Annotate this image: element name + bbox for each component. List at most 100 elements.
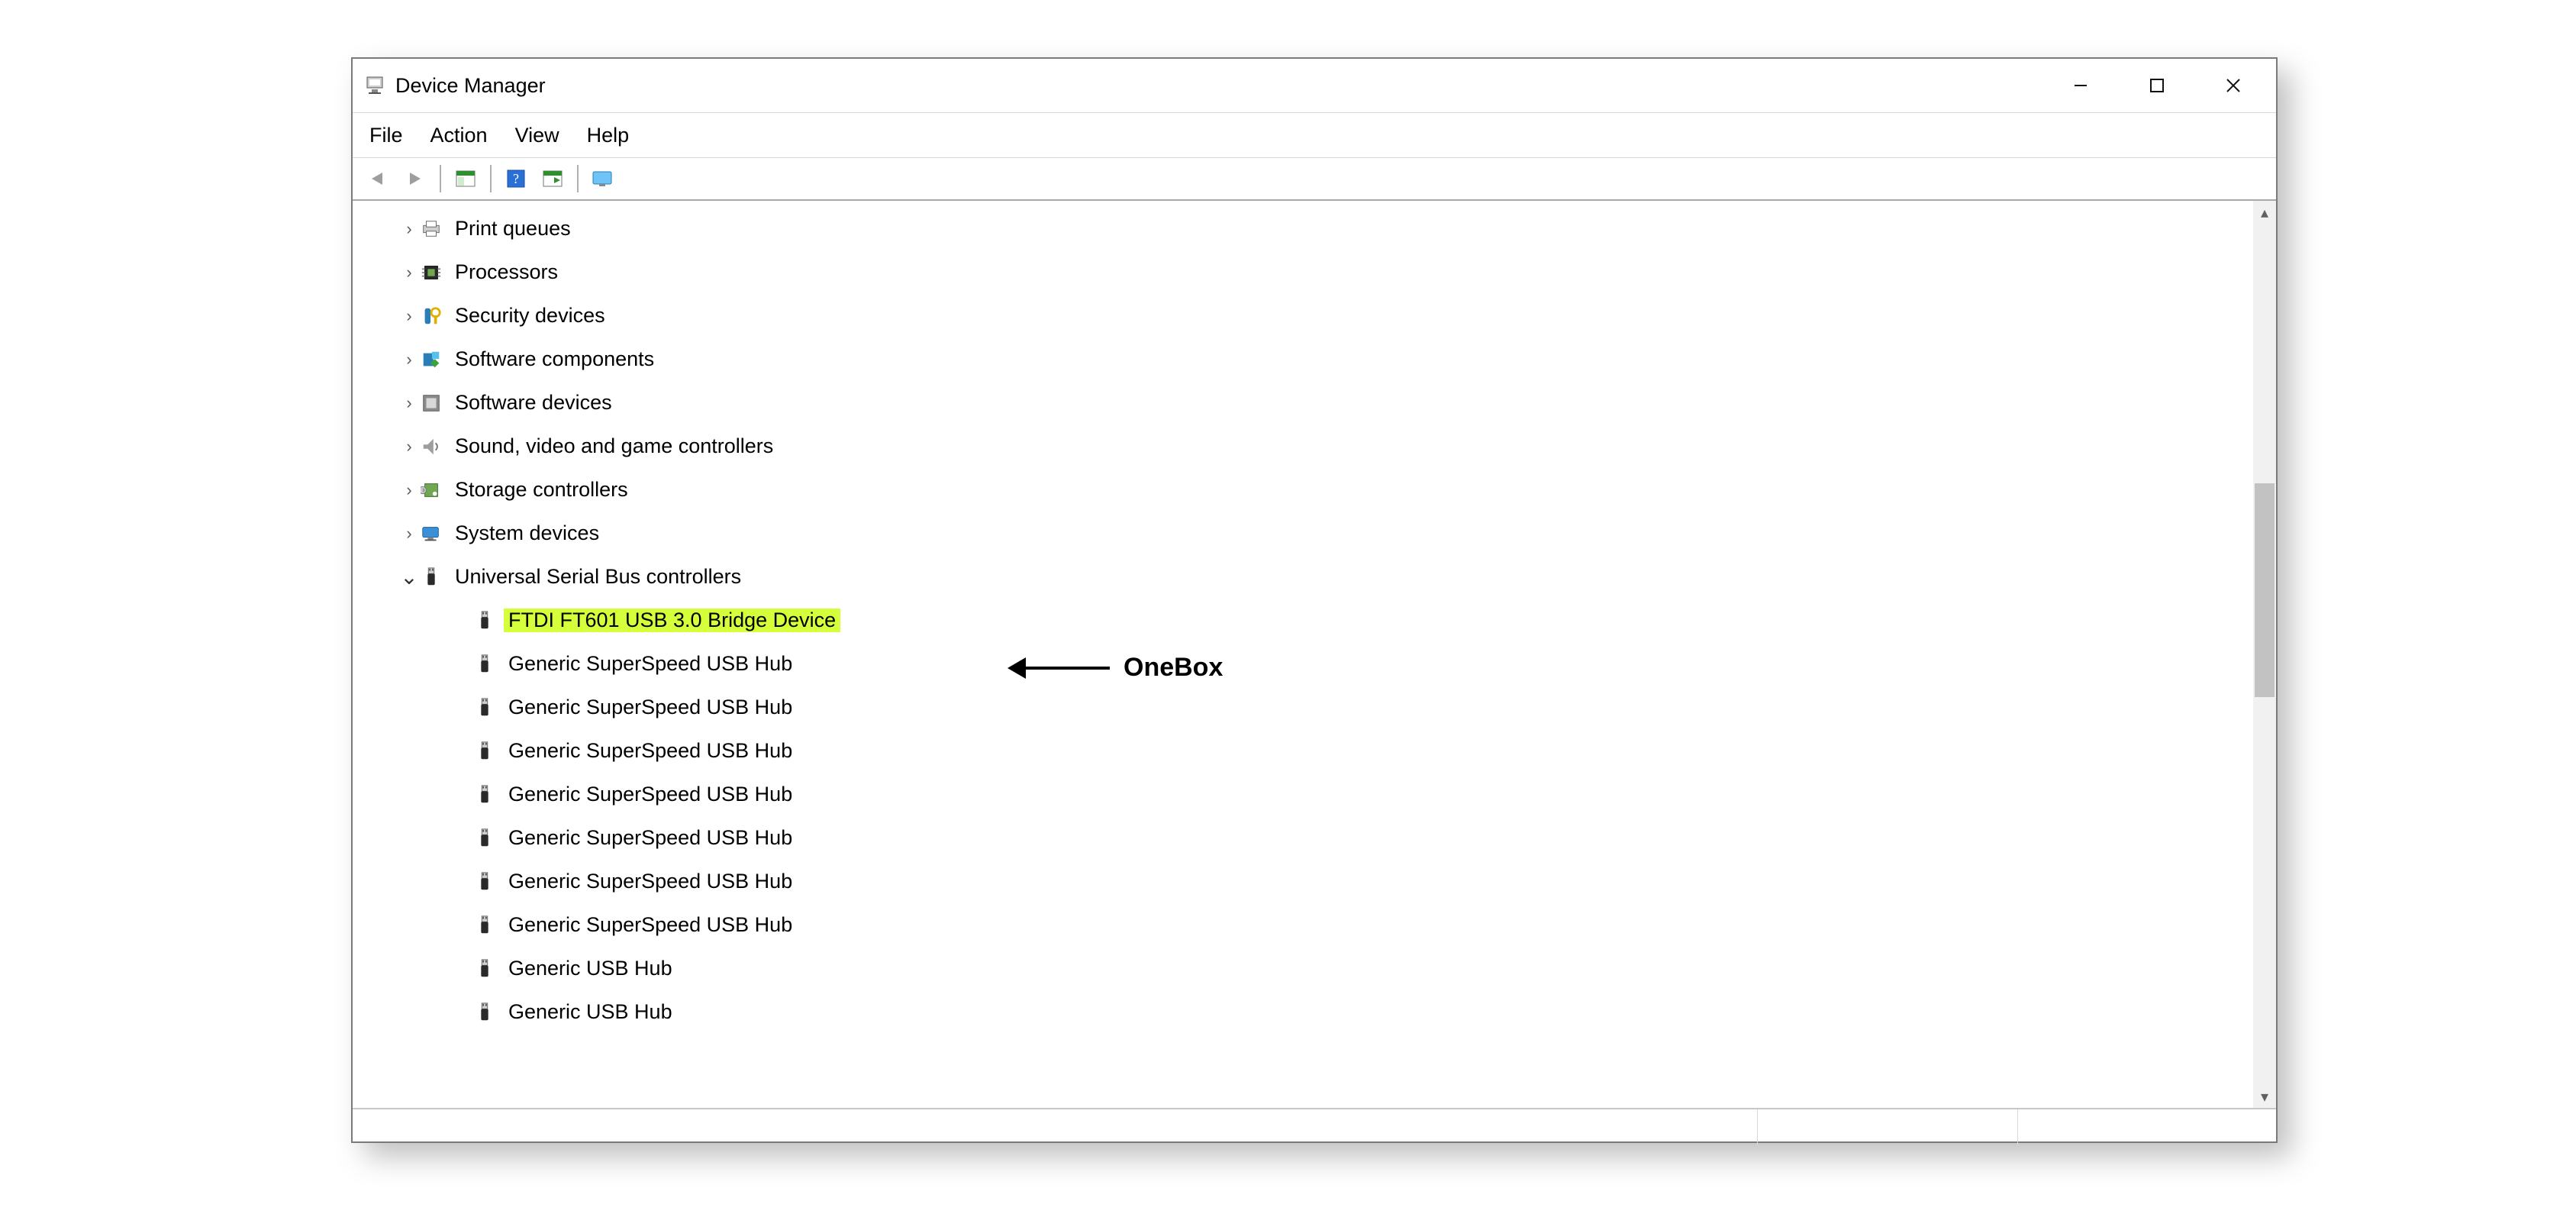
device-manager-icon: [365, 76, 385, 95]
category-node[interactable]: › Storage controllers: [353, 468, 2253, 512]
device-node[interactable]: Generic SuperSpeed USB Hub: [353, 860, 2253, 903]
window-title: Device Manager: [385, 74, 546, 98]
expand-toggle[interactable]: ›: [398, 482, 420, 499]
usb-device-icon: [473, 957, 496, 980]
minimize-button[interactable]: [2042, 63, 2119, 108]
status-cell: [1758, 1109, 2018, 1146]
expand-toggle[interactable]: ›: [398, 351, 420, 368]
menubar: File Action View Help: [353, 113, 2276, 158]
device-label: Generic SuperSpeed USB Hub: [504, 870, 797, 893]
usb-device-icon: [473, 653, 496, 676]
expand-toggle[interactable]: ›: [398, 395, 420, 412]
device-node[interactable]: Generic SuperSpeed USB Hub: [353, 686, 2253, 729]
device-node[interactable]: Generic SuperSpeed USB Hub: [353, 773, 2253, 816]
device-tree[interactable]: › Print queues › Processors ›Security device…: [353, 201, 2253, 1108]
usb-device-icon: [473, 609, 496, 632]
category-label: Universal Serial Bus controllers: [450, 565, 746, 589]
nav-back-button[interactable]: [362, 163, 395, 195]
scroll-down-arrow[interactable]: ▾: [2253, 1085, 2276, 1108]
arrow-line: [1026, 667, 1110, 670]
device-label: Generic SuperSpeed USB Hub: [504, 783, 797, 806]
device-tree-wrap: › Print queues › Processors ›Security device…: [353, 201, 2276, 1109]
status-cell: [2018, 1109, 2276, 1146]
category-node[interactable]: › Software components: [353, 337, 2253, 381]
scroll-thumb[interactable]: [2255, 483, 2275, 697]
device-label: Generic SuperSpeed USB Hub: [504, 739, 797, 763]
toolbar-separator: [577, 165, 579, 192]
device-node[interactable]: Generic USB Hub: [353, 947, 2253, 990]
device-label: Generic SuperSpeed USB Hub: [504, 652, 797, 676]
category-label: Processors: [450, 260, 563, 284]
devices-view-button[interactable]: [586, 163, 620, 195]
expand-toggle[interactable]: ›: [398, 525, 420, 542]
device-label: Generic USB Hub: [504, 1000, 677, 1024]
scan-hardware-button[interactable]: [536, 163, 569, 195]
menu-action[interactable]: Action: [429, 119, 489, 152]
key-icon: [420, 305, 443, 328]
usb-device-icon: [473, 1001, 496, 1024]
category-label: Software devices: [450, 391, 617, 415]
category-node[interactable]: ⌄ Universal Serial Bus controllers: [353, 555, 2253, 599]
device-node[interactable]: Generic SuperSpeed USB Hub: [353, 903, 2253, 947]
usb-device-icon: [473, 783, 496, 806]
status-cell: [353, 1109, 1758, 1146]
category-node[interactable]: ›Security devices: [353, 294, 2253, 337]
expand-toggle[interactable]: ›: [398, 221, 420, 237]
category-node[interactable]: › Print queues: [353, 207, 2253, 250]
annotation-label: OneBox: [1110, 653, 1223, 683]
menu-view[interactable]: View: [514, 119, 561, 152]
usb-device-icon: [473, 870, 496, 893]
cpu-icon: [420, 261, 443, 284]
help-button[interactable]: ?: [499, 163, 533, 195]
vertical-scrollbar[interactable]: ▴ ▾: [2253, 201, 2276, 1108]
printer-icon: [420, 218, 443, 241]
category-node[interactable]: › System devices: [353, 512, 2253, 555]
device-label: FTDI FT601 USB 3.0 Bridge Device: [504, 609, 840, 632]
category-label: Storage controllers: [450, 478, 633, 502]
toolbar-separator: [440, 165, 441, 192]
menu-file[interactable]: File: [368, 119, 405, 152]
category-label: Print queues: [450, 217, 575, 241]
usb-device-icon: [473, 827, 496, 850]
component-icon: [420, 348, 443, 371]
device-label: Generic SuperSpeed USB Hub: [504, 696, 797, 719]
category-label: System devices: [450, 521, 604, 545]
nav-forward-button[interactable]: [398, 163, 432, 195]
expand-toggle[interactable]: ›: [398, 308, 420, 324]
expand-toggle[interactable]: ⌄: [398, 575, 420, 580]
device-label: Generic SuperSpeed USB Hub: [504, 913, 797, 937]
category-node[interactable]: › Processors: [353, 250, 2253, 294]
maximize-button[interactable]: [2119, 63, 2195, 108]
annotation-onebox: OneBox: [1008, 653, 1223, 683]
device-node[interactable]: FTDI FT601 USB 3.0 Bridge Device: [353, 599, 2253, 642]
expand-toggle[interactable]: ›: [398, 264, 420, 281]
device-label: Generic USB Hub: [504, 957, 677, 980]
toolbar: ?: [353, 158, 2276, 201]
software-icon: [420, 392, 443, 415]
statusbar: [353, 1109, 2276, 1146]
device-node[interactable]: Generic SuperSpeed USB Hub: [353, 642, 2253, 686]
expand-toggle[interactable]: ›: [398, 438, 420, 455]
speaker-icon: [420, 435, 443, 458]
usb-device-icon: [473, 914, 496, 937]
svg-text:?: ?: [513, 171, 519, 186]
close-button[interactable]: [2195, 63, 2271, 108]
titlebar[interactable]: Device Manager: [353, 59, 2276, 113]
device-node[interactable]: Generic SuperSpeed USB Hub: [353, 816, 2253, 860]
category-label: Sound, video and game controllers: [450, 434, 778, 458]
toolbar-separator: [490, 165, 492, 192]
scroll-up-arrow[interactable]: ▴: [2253, 201, 2276, 224]
show-hide-console-button[interactable]: [449, 163, 482, 195]
arrow-left-icon: [1008, 657, 1026, 679]
device-label: Generic SuperSpeed USB Hub: [504, 826, 797, 850]
device-node[interactable]: Generic SuperSpeed USB Hub: [353, 729, 2253, 773]
storage-icon: [420, 479, 443, 502]
menu-help[interactable]: Help: [585, 119, 631, 152]
category-node[interactable]: › Software devices: [353, 381, 2253, 425]
usb-icon: [420, 566, 443, 589]
category-label: Software components: [450, 347, 659, 371]
category-node[interactable]: › Sound, video and game controllers: [353, 425, 2253, 468]
device-manager-window: Device Manager File Action View Help: [351, 57, 2278, 1143]
device-node[interactable]: Generic USB Hub: [353, 990, 2253, 1034]
usb-device-icon: [473, 696, 496, 719]
